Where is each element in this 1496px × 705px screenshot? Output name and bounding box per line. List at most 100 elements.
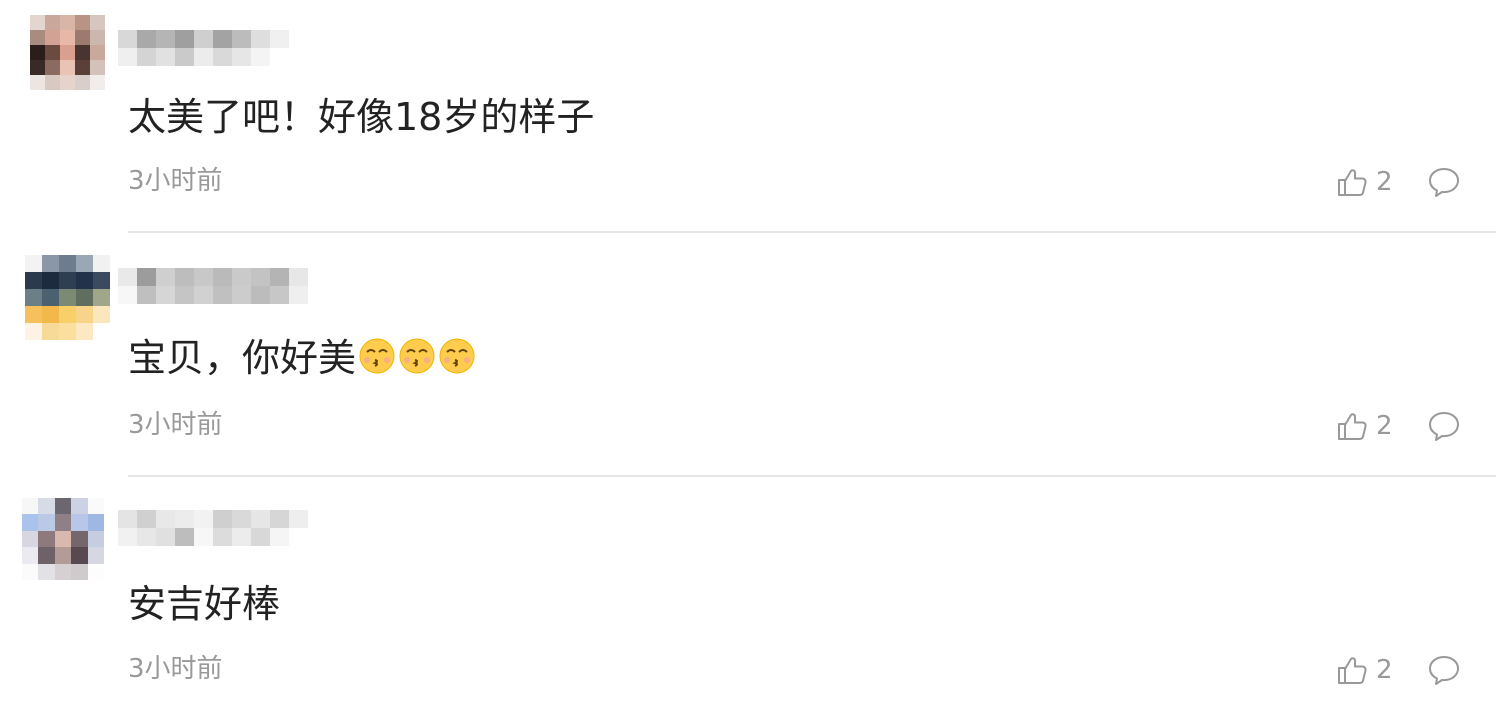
username-mosaic-cell <box>175 528 194 546</box>
kissing-face-emoji <box>438 337 476 384</box>
avatar-mosaic-cell <box>42 255 59 272</box>
avatar-mosaic-cell <box>22 563 39 580</box>
avatar-mosaic-cell <box>45 45 60 60</box>
username-mosaic-cell <box>251 30 270 48</box>
username-mosaic-cell <box>137 286 156 304</box>
username-blurred[interactable] <box>118 268 308 304</box>
avatar-mosaic-cell <box>54 563 72 580</box>
avatar-mosaic-cell <box>76 306 93 323</box>
username-mosaic-cell <box>194 528 213 546</box>
like-count: 2 <box>1376 655 1393 685</box>
avatar-mosaic-cell <box>87 547 104 564</box>
avatar-mosaic-cell <box>30 60 45 75</box>
username-mosaic-cell <box>156 268 175 286</box>
comment-time: 3小时前 <box>128 410 223 440</box>
thumbs-up-icon <box>1338 169 1367 196</box>
username-mosaic-cell <box>175 286 194 304</box>
avatar[interactable] <box>22 498 104 580</box>
divider <box>128 475 1496 477</box>
username-mosaic-cell <box>251 268 270 286</box>
avatar-mosaic-cell <box>42 323 59 340</box>
avatar-mosaic-cell <box>60 75 75 90</box>
kissing-face-emoji <box>398 337 436 384</box>
username-mosaic-cell <box>118 30 137 48</box>
avatar-mosaic-cell <box>75 15 90 30</box>
comment-time: 3小时前 <box>128 166 223 196</box>
avatar-mosaic-cell <box>54 530 72 548</box>
avatar[interactable] <box>30 15 105 90</box>
reply-button[interactable] <box>1427 653 1461 687</box>
username-mosaic-cell <box>137 528 156 546</box>
avatar-mosaic-cell <box>54 498 72 515</box>
username-mosaic-cell <box>156 48 175 66</box>
like-button[interactable]: 2 <box>1336 165 1393 199</box>
username-mosaic-cell <box>232 510 251 528</box>
username-mosaic-cell <box>251 528 270 546</box>
thumbs-up-icon <box>1338 657 1367 684</box>
avatar-mosaic-cell <box>59 306 76 323</box>
avatar-mosaic-cell <box>93 306 110 323</box>
username-mosaic-cell <box>118 268 137 286</box>
avatar-mosaic-cell <box>38 563 55 580</box>
avatar-mosaic-cell <box>75 45 90 60</box>
avatar[interactable] <box>25 255 110 340</box>
avatar-mosaic-cell <box>93 272 110 289</box>
avatar-mosaic-cell <box>90 60 105 75</box>
avatar-mosaic-cell <box>93 289 110 306</box>
comment-item: 太美了吧！好像18岁的样子 3小时前 2 <box>0 0 1496 244</box>
username-mosaic-cell <box>232 528 251 546</box>
username-mosaic-cell <box>194 286 213 304</box>
avatar-mosaic-cell <box>30 75 45 90</box>
avatar-mosaic-cell <box>54 547 72 564</box>
username-mosaic-cell <box>156 30 175 48</box>
like-button[interactable]: 2 <box>1336 409 1393 443</box>
avatar-mosaic-cell <box>45 15 60 30</box>
avatar-mosaic-cell <box>54 514 72 531</box>
username-mosaic-cell <box>137 268 156 286</box>
username-mosaic-cell <box>194 510 213 528</box>
avatar-mosaic-cell <box>90 15 105 30</box>
avatar-mosaic-cell <box>93 255 110 272</box>
avatar-mosaic-cell <box>90 45 105 60</box>
avatar-mosaic-cell <box>60 15 75 30</box>
avatar-mosaic-cell <box>30 45 45 60</box>
avatar-mosaic-cell <box>38 547 55 564</box>
like-button[interactable]: 2 <box>1336 653 1393 687</box>
avatar-mosaic-cell <box>42 272 59 289</box>
username-mosaic-cell <box>232 268 251 286</box>
avatar-mosaic-cell <box>75 30 90 45</box>
avatar-mosaic-cell <box>87 514 104 531</box>
avatar-mosaic-cell <box>60 60 75 75</box>
username-mosaic-cell <box>270 528 289 546</box>
avatar-mosaic-cell <box>90 30 105 45</box>
avatar-mosaic-cell <box>71 530 88 548</box>
avatar-mosaic-cell <box>60 30 75 45</box>
avatar-mosaic-cell <box>87 563 104 580</box>
avatar-mosaic-cell <box>75 75 90 90</box>
kissing-face-emoji <box>358 337 396 384</box>
comment-bubble-icon <box>1429 412 1459 441</box>
username-mosaic-cell <box>137 510 156 528</box>
comment-time: 3小时前 <box>128 654 223 684</box>
avatar-mosaic-cell <box>59 289 76 306</box>
avatar-mosaic-cell <box>38 498 55 515</box>
avatar-mosaic-cell <box>22 530 39 548</box>
avatar-mosaic-cell <box>90 75 105 90</box>
username-mosaic-cell <box>289 268 308 286</box>
username-blurred[interactable] <box>118 510 308 546</box>
username-mosaic-cell <box>213 510 232 528</box>
username-mosaic-cell <box>270 510 289 528</box>
avatar-mosaic-cell <box>25 289 42 306</box>
avatar-mosaic-cell <box>59 323 76 340</box>
username-mosaic-cell <box>232 30 251 48</box>
username-mosaic-cell <box>289 48 308 66</box>
username-mosaic-cell <box>289 528 308 546</box>
avatar-mosaic-cell <box>42 289 59 306</box>
username-blurred[interactable] <box>118 30 308 66</box>
avatar-mosaic-cell <box>25 323 42 340</box>
comment-bubble-icon <box>1429 656 1459 685</box>
reply-button[interactable] <box>1427 409 1461 443</box>
reply-button[interactable] <box>1427 165 1461 199</box>
avatar-mosaic-cell <box>45 60 60 75</box>
username-mosaic-cell <box>156 528 175 546</box>
